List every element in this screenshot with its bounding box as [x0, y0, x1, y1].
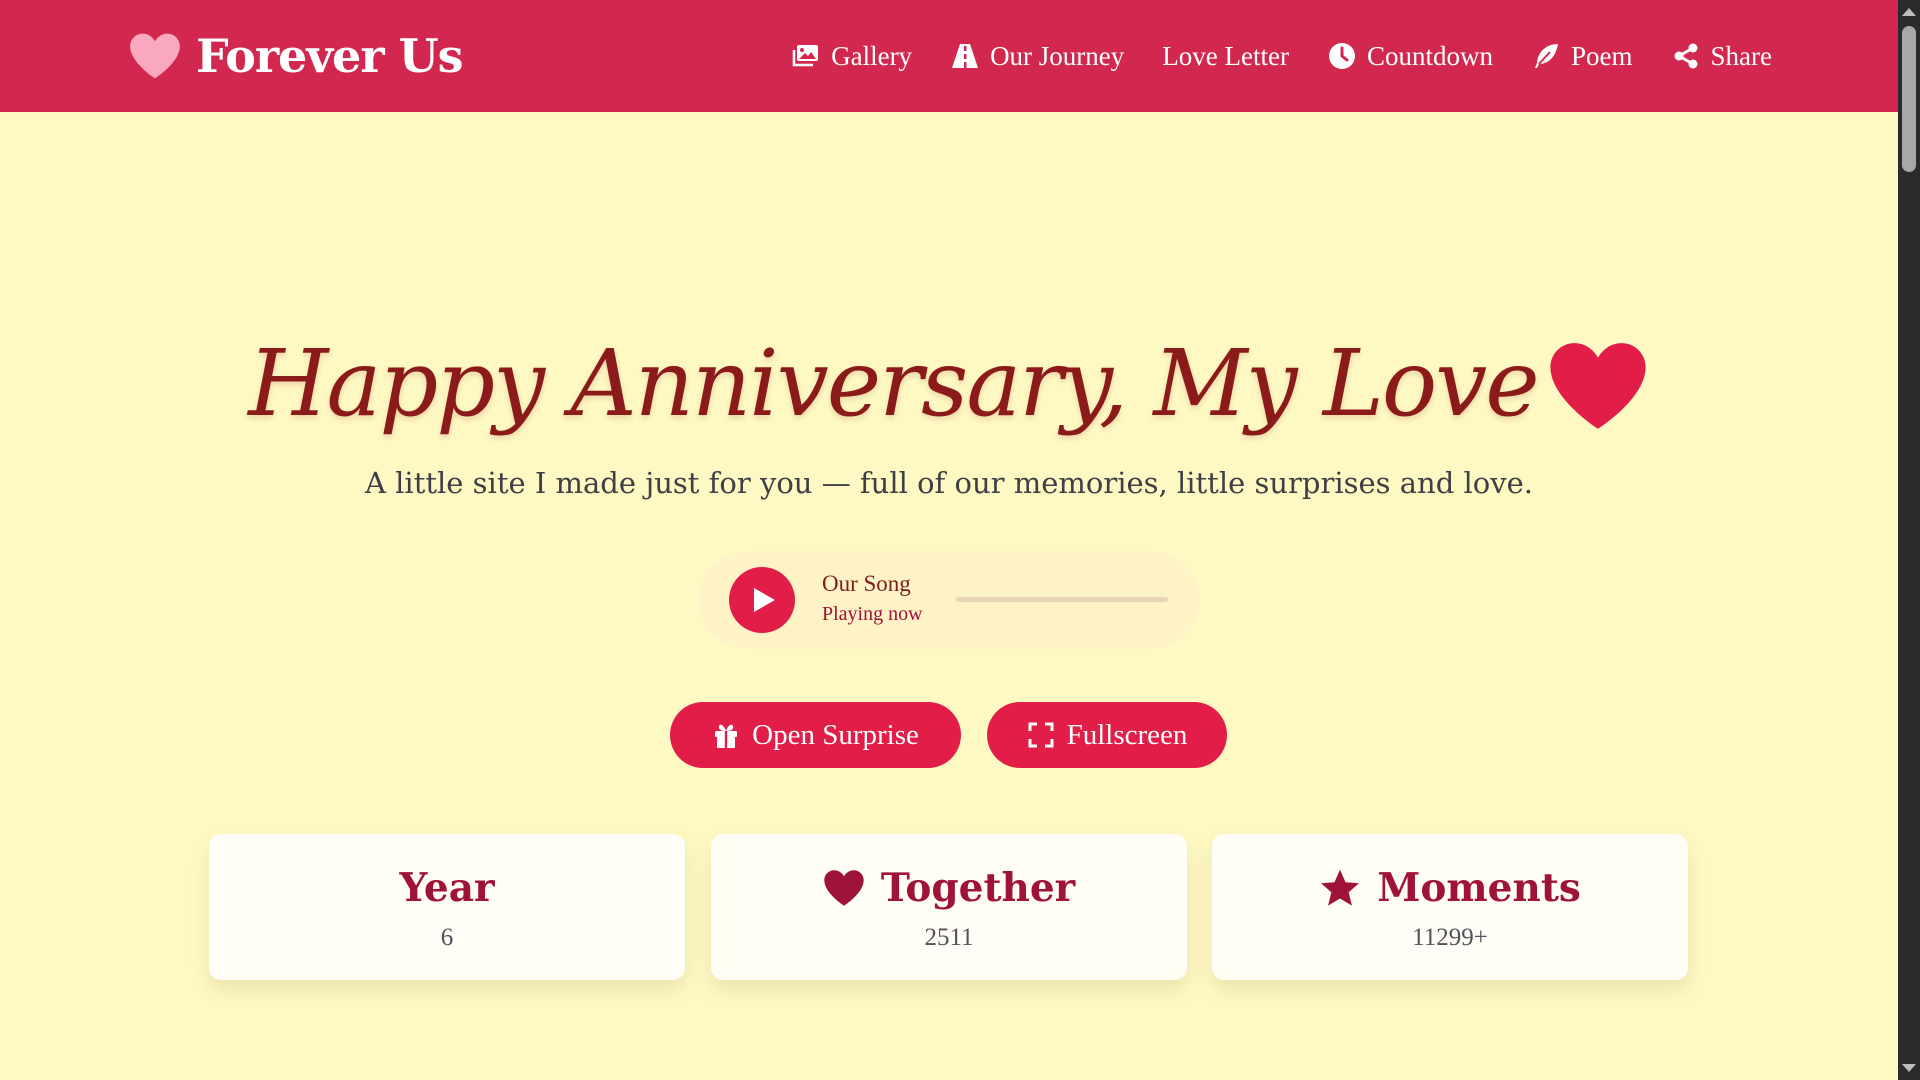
- song-status: Playing now: [822, 603, 923, 625]
- heart-icon: [824, 870, 864, 906]
- gift-icon: [715, 724, 738, 748]
- stat-card-year: Year 6: [209, 834, 685, 980]
- stat-card-moments: Moments 11299+: [1212, 834, 1688, 980]
- stat-card-title: Year: [399, 865, 495, 911]
- hero-subtitle: A little site I made just for you — full…: [364, 466, 1533, 500]
- nav-our-journey-label: Our Journey: [990, 40, 1125, 71]
- scroll-up-arrow-icon[interactable]: [1902, 8, 1916, 16]
- stat-card-value: 6: [440, 924, 454, 951]
- stat-card-title: Together: [880, 865, 1076, 911]
- stat-card-title: Moments: [1377, 865, 1581, 911]
- stat-card-together: Together 2511: [711, 834, 1187, 980]
- hero-title: Happy Anniversary, My Love: [0, 318, 1898, 448]
- nav-countdown[interactable]: Countdown: [1327, 41, 1493, 72]
- share-icon: [1674, 43, 1698, 69]
- music-player: Our Song Playing now: [698, 551, 1200, 649]
- heart-icon: [130, 33, 180, 79]
- nav-share-label: Share: [1710, 40, 1772, 71]
- nav-gallery-label: Gallery: [831, 40, 913, 71]
- nav-love-letter[interactable]: Love Letter: [1162, 41, 1289, 72]
- nav-countdown-label: Countdown: [1366, 40, 1493, 71]
- scrollbar-thumb[interactable]: [1902, 26, 1916, 172]
- stat-card-header: Year: [209, 860, 685, 916]
- fullscreen-label: Fullscreen: [1066, 718, 1188, 751]
- clock-icon: [1328, 43, 1355, 69]
- star-icon: [1321, 869, 1360, 906]
- brand-logo[interactable]: Forever Us: [128, 24, 464, 88]
- top-navigation-bar: Forever Us Gallery Our Journey Love Lett…: [0, 0, 1898, 112]
- nav-poem-label: Poem: [1571, 40, 1633, 71]
- nav-poem[interactable]: Poem: [1531, 41, 1633, 72]
- stat-card-value: 11299+: [1412, 924, 1488, 951]
- fullscreen-button[interactable]: Fullscreen: [987, 702, 1227, 768]
- song-progress-bar[interactable]: [956, 597, 1168, 602]
- nav-gallery[interactable]: Gallery: [791, 41, 912, 72]
- expand-icon: [1028, 722, 1054, 748]
- feather-icon: [1535, 44, 1558, 68]
- road-icon: [952, 44, 979, 68]
- heart-icon: [1550, 343, 1646, 429]
- stat-card-header: Moments: [1212, 860, 1688, 916]
- images-icon: [792, 45, 819, 67]
- stat-card-header: Together: [711, 860, 1187, 916]
- stat-card-value: 2511: [924, 924, 974, 951]
- scroll-down-arrow-icon[interactable]: [1902, 1064, 1916, 1072]
- nav-love-letter-label: Love Letter: [1162, 40, 1289, 71]
- main-nav: Gallery Our Journey Love Letter Countdow…: [791, 30, 1772, 82]
- hero-title-text: Happy Anniversary, My Love: [248, 329, 1539, 437]
- page-scrollbar[interactable]: [1898, 0, 1920, 1080]
- play-icon: [754, 588, 775, 612]
- open-surprise-label: Open Surprise: [752, 718, 919, 751]
- song-title: Our Song: [822, 571, 911, 596]
- play-button[interactable]: [729, 567, 795, 633]
- open-surprise-button[interactable]: Open Surprise: [670, 702, 961, 768]
- brand-name: Forever Us: [196, 29, 464, 83]
- nav-our-journey[interactable]: Our Journey: [950, 41, 1124, 72]
- nav-share[interactable]: Share: [1671, 41, 1772, 72]
